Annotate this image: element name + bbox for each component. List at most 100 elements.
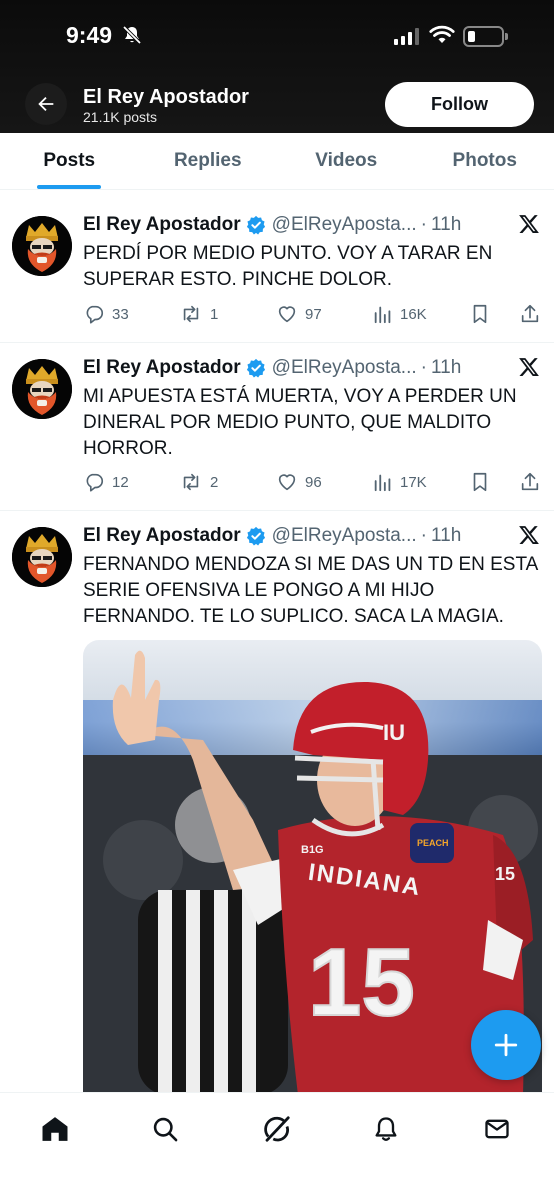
notifications-icon <box>375 1117 397 1141</box>
bookmark-icon[interactable] <box>470 303 490 325</box>
views-icon <box>374 306 391 324</box>
repost-icon <box>183 305 199 323</box>
like-count: 96 <box>305 473 322 491</box>
like-button[interactable]: 96 <box>276 471 322 493</box>
nav-search[interactable] <box>145 1109 185 1149</box>
arrow-left-icon <box>38 96 54 112</box>
nav-grok[interactable] <box>257 1109 297 1149</box>
tab-label: Photos <box>452 150 517 171</box>
reply-icon <box>86 473 104 492</box>
like-button[interactable]: 97 <box>276 303 322 325</box>
messages-icon <box>485 1119 509 1139</box>
author-name[interactable]: El Rey Apostador <box>83 214 241 236</box>
tab-posts[interactable]: Posts <box>0 133 139 189</box>
wifi-icon <box>429 25 455 43</box>
tweet[interactable]: El Rey Apostador @ElReyAposta... · 11h M… <box>0 343 554 511</box>
football-player-photo: INDIANA 15 15 B1G PEACH IU <box>83 640 542 1095</box>
separator-dot: · <box>420 357 427 378</box>
repost-button[interactable]: 2 <box>179 471 218 493</box>
separator-dot: · <box>420 525 427 546</box>
tweet[interactable]: El Rey Apostador @ElReyAposta... · 11h P… <box>0 196 554 343</box>
avatar[interactable] <box>12 527 72 587</box>
tweet-header: El Rey Apostador @ElReyAposta... · 11h <box>83 212 461 238</box>
author-handle: @ElReyAposta... <box>271 214 417 235</box>
author-handle: @ElReyAposta... <box>271 357 417 378</box>
home-icon <box>42 1117 68 1141</box>
views-button[interactable]: 16K <box>373 303 427 325</box>
tab-label: Replies <box>173 150 242 171</box>
x-logo-icon <box>519 215 539 233</box>
repost-icon <box>183 473 199 491</box>
tab-label: Videos <box>315 150 378 171</box>
tweet-header: El Rey Apostador @ElReyAposta... · 11h <box>83 523 461 549</box>
tab-photos[interactable]: Photos <box>416 133 554 189</box>
reply-button[interactable]: 12 <box>83 471 129 493</box>
author-name[interactable]: El Rey Apostador <box>83 525 241 547</box>
view-count: 17K <box>400 473 427 491</box>
plus-icon <box>494 1033 518 1057</box>
author-name[interactable]: El Rey Apostador <box>83 357 241 379</box>
tweet-actions: 12 2 96 17K <box>83 471 543 495</box>
separator-dot: · <box>420 214 427 235</box>
x-logo-icon <box>519 358 539 376</box>
tab-label: Posts <box>43 150 96 171</box>
post-count: 21.1K posts <box>83 109 157 125</box>
reply-button[interactable]: 33 <box>83 303 129 325</box>
repost-count: 1 <box>210 305 219 323</box>
repost-button[interactable]: 1 <box>179 303 218 325</box>
back-button[interactable] <box>25 83 67 125</box>
helmet-logo: IU <box>383 720 405 745</box>
x-logo-icon <box>519 526 539 544</box>
repost-count: 2 <box>210 473 219 491</box>
share-icon[interactable] <box>519 303 541 325</box>
profile-name: El Rey Apostador <box>83 86 249 108</box>
reply-icon <box>86 305 104 324</box>
views-button[interactable]: 17K <box>373 471 427 493</box>
share-icon[interactable] <box>519 471 541 493</box>
reply-count: 33 <box>112 305 129 323</box>
nav-notifications[interactable] <box>366 1109 406 1149</box>
bell-off-icon <box>122 25 142 45</box>
search-icon <box>153 1117 178 1142</box>
sleeve-number: 15 <box>495 864 515 884</box>
grok-icon <box>264 1116 290 1142</box>
nav-messages[interactable] <box>477 1109 517 1149</box>
tweet-time: 11h <box>430 214 462 235</box>
signal-icon <box>394 27 419 45</box>
heart-icon <box>278 306 296 323</box>
profile-tabs: Posts Replies Videos Photos <box>0 133 554 190</box>
nav-home[interactable] <box>35 1109 75 1149</box>
active-tab-indicator <box>37 185 102 189</box>
collar-logo: B1G <box>301 844 324 856</box>
tweet-text: PERDÍ POR MEDIO PUNTO. VOY A TARAR EN SU… <box>83 243 493 290</box>
bowl-patch: PEACH <box>410 823 454 863</box>
tab-replies[interactable]: Replies <box>139 133 278 189</box>
avatar[interactable] <box>12 359 72 419</box>
profile-header: 9:49 El Rey Apostador 21.1K posts Follow <box>0 0 554 133</box>
follow-button[interactable]: Follow <box>385 82 534 127</box>
avatar[interactable] <box>12 216 72 276</box>
view-count: 16K <box>400 305 427 323</box>
views-icon <box>374 474 391 492</box>
tweet-time: 11h <box>430 357 462 378</box>
verified-badge-icon <box>246 215 265 235</box>
jersey-number: 15 <box>308 929 415 1036</box>
author-handle: @ElReyAposta... <box>271 525 417 546</box>
patch-text: PEACH <box>417 838 449 848</box>
bottom-nav <box>0 1092 554 1200</box>
heart-icon <box>278 474 296 491</box>
tweet-text: FERNANDO MENDOZA SI ME DAS UN TD EN ESTA… <box>83 554 538 627</box>
verified-badge-icon <box>246 526 265 546</box>
bookmark-icon[interactable] <box>470 471 490 493</box>
reply-count: 12 <box>112 473 129 491</box>
verified-badge-icon <box>246 358 265 378</box>
like-count: 97 <box>305 305 322 323</box>
tweet-time: 11h <box>430 525 462 546</box>
tweet-header: El Rey Apostador @ElReyAposta... · 11h <box>83 355 461 381</box>
tweet-media-image[interactable]: INDIANA 15 15 B1G PEACH IU <box>83 640 542 1095</box>
tweet-text: MI APUESTA ESTÁ MUERTA, VOY A PERDER UN … <box>83 386 517 459</box>
compose-button[interactable] <box>471 1010 541 1080</box>
battery-icon <box>463 26 508 47</box>
tab-videos[interactable]: Videos <box>277 133 416 189</box>
tweet-actions: 33 1 97 16K <box>83 303 543 327</box>
